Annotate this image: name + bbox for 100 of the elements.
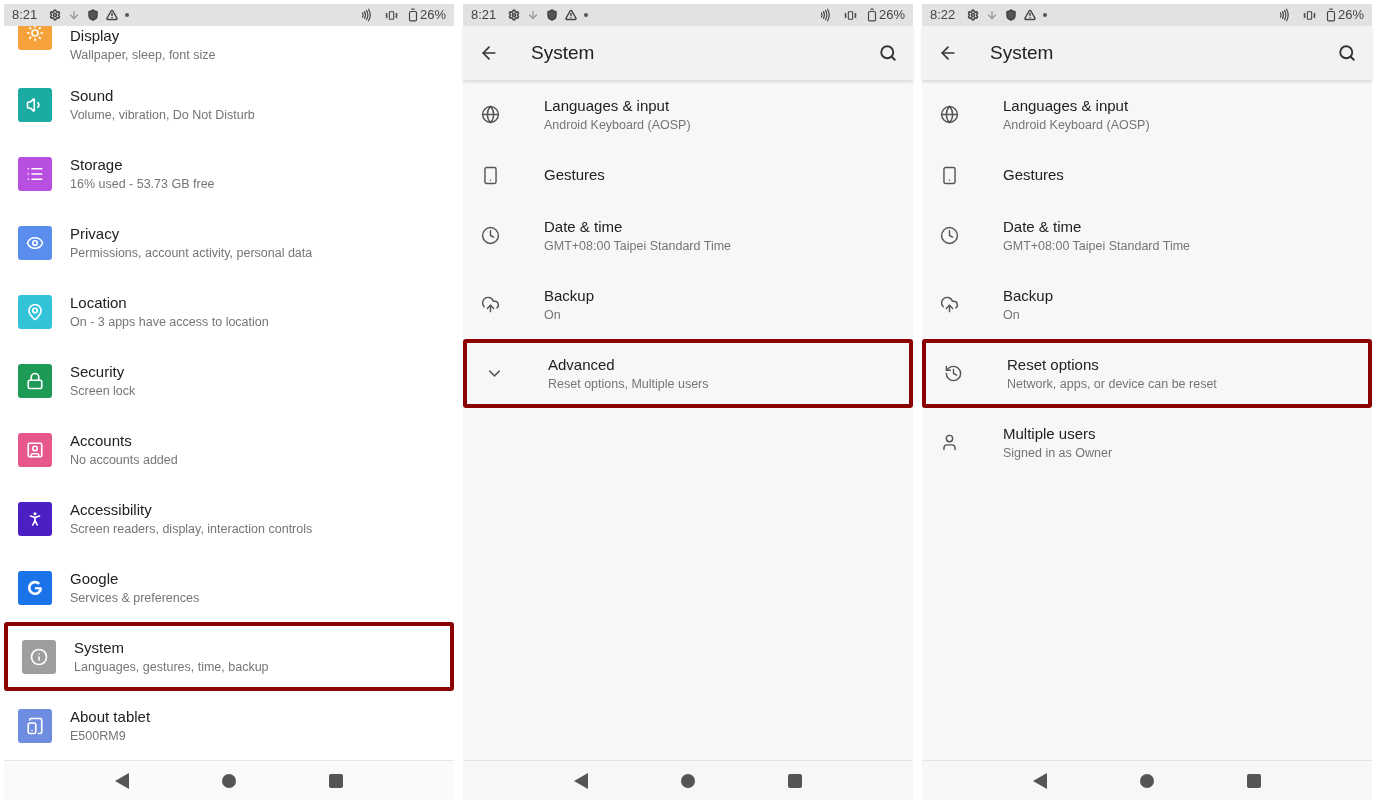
row-title: Storage	[70, 154, 124, 175]
settings-row[interactable]: Accounts No accounts added	[4, 415, 454, 484]
clock-icon	[939, 226, 959, 245]
screen-title: System	[990, 40, 1055, 65]
row-title: Security	[70, 361, 126, 382]
row-subtitle: 16% used - 53.73 GB free	[70, 175, 215, 193]
warning-icon	[1024, 9, 1037, 21]
row-subtitle: Languages, gestures, time, backup	[74, 658, 269, 676]
person-card-icon	[26, 440, 44, 459]
row-subtitle: Screen lock	[70, 382, 136, 400]
home-button[interactable]	[222, 773, 236, 788]
globe-icon	[480, 105, 500, 124]
shield-icon	[1005, 9, 1018, 21]
settings-row[interactable]: Advanced Reset options, Multiple users	[463, 339, 913, 408]
recents-button[interactable]	[1247, 773, 1262, 788]
row-subtitle: Signed in as Owner	[1003, 444, 1113, 462]
row-subtitle: Permissions, account activity, personal data	[70, 244, 313, 262]
row-subtitle: Services & preferences	[70, 589, 200, 607]
recents-button[interactable]	[329, 773, 344, 788]
settings-row[interactable]: Gestures	[463, 149, 913, 201]
settings-row[interactable]: Backup On	[922, 270, 1372, 339]
home-button[interactable]	[1140, 773, 1154, 788]
row-title: Location	[70, 292, 128, 313]
status-time: 8:21	[12, 6, 38, 25]
settings-row[interactable]: System Languages, gestures, time, backup	[4, 622, 454, 691]
back-button[interactable]	[1032, 772, 1047, 789]
shield-icon	[546, 9, 559, 21]
settings-row[interactable]: Display Wallpaper, sleep, font size	[4, 26, 454, 70]
row-subtitle: E500RM9	[70, 727, 127, 745]
settings-row[interactable]: Location On - 3 apps have access to location	[4, 277, 454, 346]
settings-icon	[49, 9, 62, 21]
battery-percent: 26%	[1337, 6, 1364, 25]
row-subtitle: On	[544, 306, 562, 324]
row-title: Backup	[544, 285, 595, 306]
lock-icon	[26, 371, 44, 390]
shield-icon	[87, 9, 100, 21]
warning-icon	[106, 9, 119, 21]
vibrate-icon	[843, 8, 857, 22]
row-title: Reset options	[1007, 354, 1100, 375]
status-time: 8:21	[471, 6, 497, 25]
row-title: Gestures	[1003, 165, 1064, 185]
search-icon[interactable]	[1338, 44, 1356, 62]
row-title: Accessibility	[70, 499, 153, 520]
settings-row[interactable]: Multiple users Signed in as Owner	[922, 408, 1372, 477]
back-button[interactable]	[573, 772, 588, 789]
settings-icon	[508, 9, 521, 21]
settings-row[interactable]: Privacy Permissions, account activity, personal data	[4, 208, 454, 277]
row-title: Backup	[1003, 285, 1054, 306]
tablet-icon	[26, 716, 44, 735]
cloud-upload-icon	[480, 295, 500, 314]
warning-icon	[565, 9, 578, 21]
download-icon	[527, 9, 540, 21]
settings-row[interactable]: Languages & input Android Keyboard (AOSP)	[463, 80, 913, 149]
download-icon	[986, 9, 999, 21]
settings-row[interactable]: Reset options Network, apps, or device can be reset	[922, 339, 1372, 408]
recents-button[interactable]	[788, 773, 803, 788]
row-subtitle: Network, apps, or device can be reset	[1007, 375, 1217, 393]
search-icon[interactable]	[879, 44, 897, 62]
settings-row[interactable]: Security Screen lock	[4, 346, 454, 415]
row-title: Languages & input	[1003, 95, 1130, 116]
settings-row[interactable]: Gestures	[922, 149, 1372, 201]
row-title: Languages & input	[544, 95, 671, 116]
row-subtitle: Reset options, Multiple users	[548, 375, 709, 393]
globe-icon	[939, 105, 959, 124]
location-pin-icon	[26, 302, 44, 321]
home-button[interactable]	[681, 773, 695, 788]
row-subtitle: GMT+08:00 Taipei Standard Time	[1003, 237, 1191, 255]
row-title: About tablet	[70, 706, 151, 727]
settings-row[interactable]: About tablet E500RM9	[4, 691, 454, 760]
row-title: Date & time	[1003, 216, 1083, 237]
row-title: Accounts	[70, 430, 133, 451]
settings-row[interactable]: Backup On	[463, 270, 913, 339]
vibrate-icon	[1302, 8, 1316, 22]
row-subtitle: No accounts added	[70, 451, 178, 469]
row-title: Advanced	[548, 354, 616, 375]
history-icon	[943, 364, 963, 383]
row-subtitle: On - 3 apps have access to location	[70, 313, 269, 331]
back-button[interactable]	[114, 772, 129, 789]
settings-row[interactable]: Google Services & preferences	[4, 553, 454, 622]
settings-row[interactable]: Sound Volume, vibration, Do Not Disturb	[4, 70, 454, 139]
row-title: System	[74, 637, 125, 658]
settings-row[interactable]: Date & time GMT+08:00 Taipei Standard Time	[463, 201, 913, 270]
row-subtitle: On	[1003, 306, 1021, 324]
row-subtitle: GMT+08:00 Taipei Standard Time	[544, 237, 732, 255]
row-title: Gestures	[544, 165, 605, 185]
battery-percent: 26%	[878, 6, 905, 25]
settings-row[interactable]: Languages & input Android Keyboard (AOSP)	[922, 80, 1372, 149]
row-subtitle: Volume, vibration, Do Not Disturb	[70, 106, 255, 124]
settings-row[interactable]: Date & time GMT+08:00 Taipei Standard Time	[922, 201, 1372, 270]
settings-row[interactable]: Accessibility Screen readers, display, interaction controls	[4, 484, 454, 553]
row-subtitle: Wallpaper, sleep, font size	[70, 47, 216, 64]
row-subtitle: Android Keyboard (AOSP)	[544, 116, 691, 134]
row-subtitle: Android Keyboard (AOSP)	[1003, 116, 1150, 134]
row-title: Date & time	[544, 216, 624, 237]
row-subtitle: Screen readers, display, interaction controls	[70, 520, 313, 538]
settings-row[interactable]: Storage 16% used - 53.73 GB free	[4, 139, 454, 208]
row-title: Display	[70, 26, 121, 46]
download-icon	[68, 9, 81, 21]
vibrate-icon	[384, 8, 398, 22]
screen-title: System	[531, 40, 596, 65]
